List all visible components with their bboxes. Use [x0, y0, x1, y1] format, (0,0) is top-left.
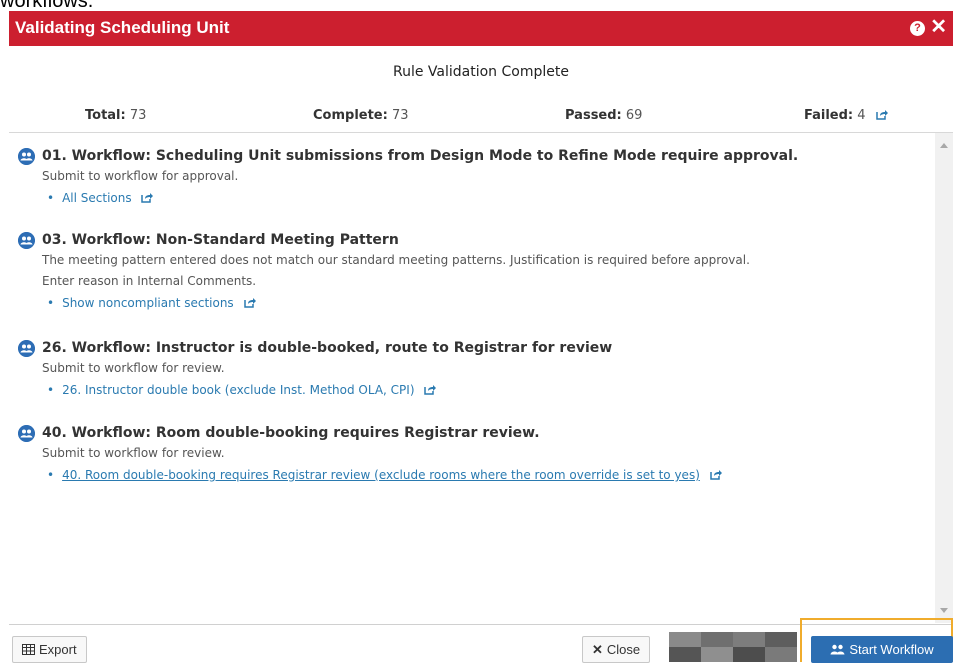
- workflow-users-icon: [18, 232, 35, 249]
- close-button[interactable]: ✕ Close: [582, 636, 651, 663]
- scroll-down-icon[interactable]: [940, 608, 948, 613]
- workflow-users-icon: [18, 425, 35, 442]
- failed-label: Failed:: [804, 108, 854, 123]
- external-link-icon[interactable]: [709, 469, 722, 480]
- validation-heading: Rule Validation Complete: [393, 64, 569, 80]
- export-button[interactable]: Export: [12, 636, 87, 663]
- summary-complete: Complete: 73: [313, 108, 409, 123]
- instructor-double-book-link[interactable]: 26. Instructor double book (exclude Inst…: [62, 383, 414, 397]
- rule-title-text: 03. Workflow: Non-Standard Meeting Patte…: [42, 232, 399, 248]
- rule-item: 40. Workflow: Room double-booking requir…: [9, 423, 929, 486]
- rule-title-text: 40. Workflow: Room double-booking requir…: [42, 425, 540, 441]
- passed-value: 69: [625, 108, 643, 123]
- total-value: 73: [129, 108, 147, 123]
- rule-item: 26. Workflow: Instructor is double-booke…: [9, 338, 929, 401]
- total-label: Total:: [85, 108, 126, 123]
- rule-title: 40. Workflow: Room double-booking requir…: [9, 423, 929, 443]
- failed-value: 4: [857, 108, 866, 123]
- close-x-icon[interactable]: ✕: [930, 15, 947, 39]
- workflow-users-icon: [18, 340, 35, 357]
- rule-item: 03. Workflow: Non-Standard Meeting Patte…: [9, 230, 929, 314]
- redacted-area: [669, 632, 797, 662]
- external-link-icon[interactable]: [243, 297, 256, 308]
- complete-label: Complete:: [313, 108, 388, 123]
- workflow-users-icon: [18, 148, 35, 165]
- dialog-titlebar: Validating Scheduling Unit ? ✕: [9, 11, 953, 46]
- external-link-icon[interactable]: [875, 109, 888, 120]
- start-workflow-label: Start Workflow: [849, 642, 934, 657]
- summary-total: Total: 73: [85, 108, 146, 123]
- passed-label: Passed:: [565, 108, 622, 123]
- all-sections-link[interactable]: All Sections: [62, 191, 132, 205]
- rule-title-text: 26. Workflow: Instructor is double-booke…: [42, 340, 613, 356]
- scroll-up-icon[interactable]: [940, 143, 948, 148]
- rule-link-item[interactable]: • Show noncompliant sections: [9, 292, 929, 314]
- table-icon: [22, 644, 35, 655]
- question-circle-icon[interactable]: ?: [910, 21, 925, 36]
- room-double-booking-link[interactable]: 40. Room double-booking requires Registr…: [62, 468, 700, 482]
- complete-value: 73: [391, 108, 409, 123]
- rule-link-item[interactable]: • All Sections: [9, 187, 929, 209]
- show-noncompliant-link[interactable]: Show noncompliant sections: [62, 296, 234, 310]
- start-workflow-button[interactable]: Start Workflow: [811, 636, 953, 663]
- rule-link-item[interactable]: • 40. Room double-booking requires Regist…: [9, 464, 929, 486]
- rule-description: Enter reason in Internal Comments.: [42, 274, 257, 288]
- external-link-icon[interactable]: [424, 384, 437, 395]
- close-icon: ✕: [592, 642, 603, 657]
- rule-title: 26. Workflow: Instructor is double-booke…: [9, 338, 929, 358]
- rule-title-text: 01. Workflow: Scheduling Unit submission…: [42, 148, 799, 164]
- summary-passed: Passed: 69: [565, 108, 642, 123]
- external-link-icon[interactable]: [141, 192, 154, 203]
- rule-description: Submit to workflow for approval.: [42, 169, 239, 183]
- close-label: Close: [606, 642, 641, 657]
- export-label: Export: [39, 642, 77, 657]
- rule-link-item[interactable]: • 26. Instructor double book (exclude Ins…: [9, 379, 929, 401]
- dialog-title: Validating Scheduling Unit: [15, 18, 230, 37]
- rule-item: 01. Workflow: Scheduling Unit submission…: [9, 146, 929, 209]
- rule-description: Submit to workflow for review.: [42, 446, 225, 460]
- rules-list[interactable]: 01. Workflow: Scheduling Unit submission…: [9, 133, 935, 623]
- rule-description: The meeting pattern entered does not mat…: [42, 253, 750, 267]
- rule-description: Submit to workflow for review.: [42, 361, 225, 375]
- summary-failed: Failed: 4: [804, 108, 888, 123]
- rule-title: 01. Workflow: Scheduling Unit submission…: [9, 146, 929, 166]
- vertical-scrollbar[interactable]: [935, 133, 953, 623]
- rule-title: 03. Workflow: Non-Standard Meeting Patte…: [9, 230, 929, 250]
- users-icon: [830, 644, 845, 655]
